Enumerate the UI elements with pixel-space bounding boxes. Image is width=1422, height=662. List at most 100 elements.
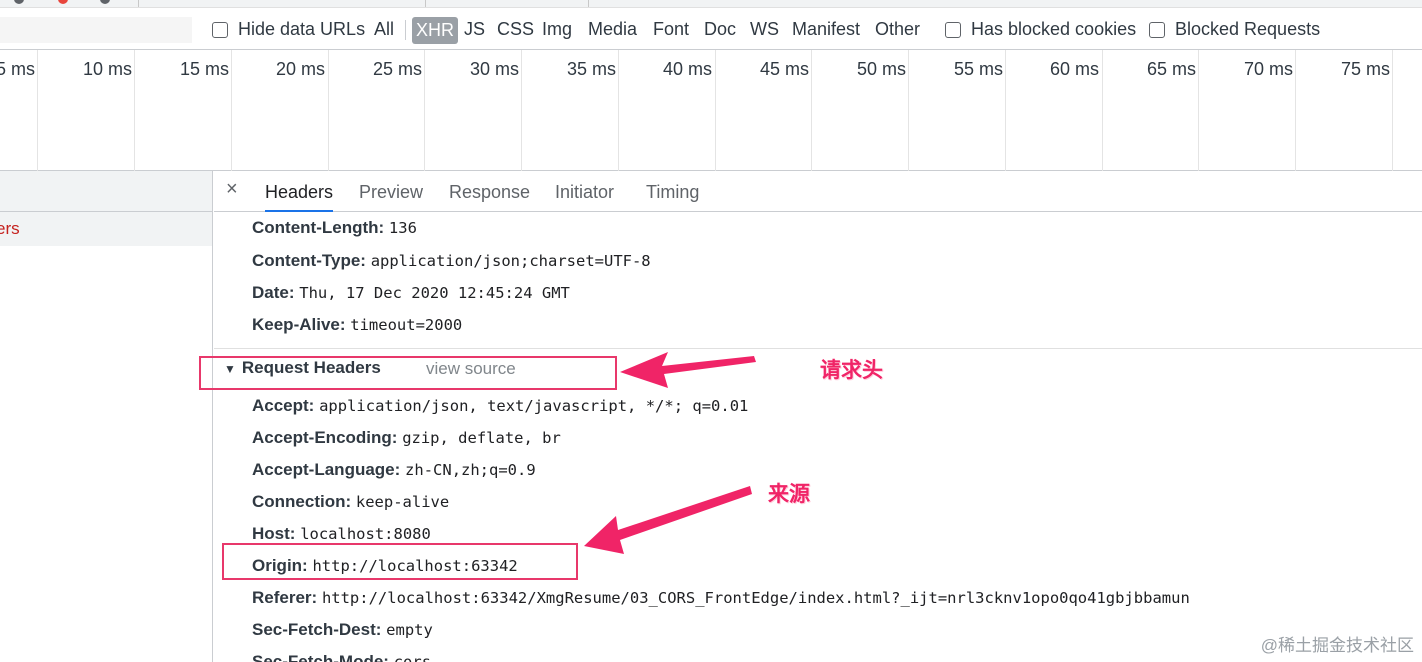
timeline-gridline (424, 50, 425, 171)
request-header-row: Sec-Fetch-Mode: cors (252, 652, 431, 662)
headers-panel: Content-Length: 136 Content-Type: applic… (214, 212, 1422, 662)
timeline-tick-label: 65 ms (1147, 59, 1197, 79)
request-headers-highlight-box (199, 356, 617, 390)
header-name: Content-Length: (252, 218, 385, 237)
annotation-request-headers-label: 请求头 (820, 359, 883, 382)
annotation-origin-label: 来源 (768, 483, 810, 506)
record-icon[interactable] (14, 0, 24, 4)
header-value: gzip, deflate, br (402, 429, 561, 447)
has-blocked-cookies-checkbox[interactable]: Has blocked cookies (945, 9, 1136, 50)
blocked-requests-label: Blocked Requests (1175, 19, 1321, 39)
hide-data-urls-label: Hide data URLs (238, 19, 366, 39)
filter-type-all[interactable]: All (374, 9, 394, 50)
header-name: Keep-Alive: (252, 315, 346, 334)
timeline-tick-label: 55 ms (954, 59, 1004, 79)
timeline-tick-label: 5 ms (0, 59, 36, 79)
filter-type-css[interactable]: CSS (497, 9, 534, 50)
details-tab-bar: × Headers Preview Response Initiator Tim… (214, 171, 1422, 212)
watermark: @稀土掘金技术社区 (1260, 636, 1414, 655)
timeline-gridline (521, 50, 522, 171)
timeline-gridline (715, 50, 716, 171)
checkbox-icon[interactable] (1149, 21, 1165, 38)
header-name: Accept-Encoding: (252, 428, 398, 447)
tab-headers[interactable]: Headers (265, 171, 334, 212)
timeline-gridline (134, 50, 135, 171)
timeline-gridline (908, 50, 909, 171)
header-name: Connection: (252, 492, 352, 511)
header-value: empty (386, 621, 433, 639)
filter-type-xhr[interactable]: XHR (412, 17, 459, 44)
search-icon[interactable] (100, 0, 110, 4)
has-blocked-cookies-label: Has blocked cookies (971, 19, 1137, 39)
request-header-row: Connection: keep-alive (252, 492, 449, 512)
filter-type-ws[interactable]: WS (750, 9, 779, 50)
tab-timing[interactable]: Timing (646, 171, 699, 212)
timeline-gridline (231, 50, 232, 171)
toolbar-separator (425, 0, 426, 7)
header-value: http://localhost:63342/XmgResume/03_CORS… (321, 589, 1190, 607)
filter-type-other[interactable]: Other (875, 9, 920, 50)
timeline-tick-label: 25 ms (373, 59, 423, 79)
timeline-overview[interactable]: 5 ms 10 ms 15 ms 20 ms 25 ms 30 ms 35 ms… (0, 50, 1422, 171)
toolbar-separator (138, 0, 139, 7)
request-list: ers (0, 171, 213, 662)
checkbox-icon[interactable] (212, 21, 228, 38)
timeline-tick-label: 30 ms (470, 59, 520, 79)
header-name: Sec-Fetch-Dest: (252, 620, 382, 639)
request-list-item-selected[interactable]: ers (0, 212, 212, 246)
tab-response[interactable]: Response (449, 171, 530, 212)
timeline-gridline (37, 50, 38, 171)
request-header-row: Referer: http://localhost:63342/XmgResum… (252, 588, 1190, 608)
timeline-tick-label: 35 ms (567, 59, 617, 79)
request-list-header (0, 171, 212, 212)
timeline-tick-label: 75 ms (1341, 59, 1391, 79)
request-header-row: Accept-Language: zh-CN,zh;q=0.9 (252, 460, 536, 480)
timeline-tick-label: 70 ms (1244, 59, 1294, 79)
timeline-tick-label: 15 ms (180, 59, 230, 79)
response-header-row: Content-Type: application/json;charset=U… (252, 251, 651, 271)
timeline-gridline (1102, 50, 1103, 171)
tab-initiator[interactable]: Initiator (555, 171, 614, 212)
timeline-gridline (328, 50, 329, 171)
header-name: Referer: (252, 588, 318, 607)
timeline-gridline (618, 50, 619, 171)
request-header-row: Host: localhost:8080 (252, 524, 431, 544)
header-name: Sec-Fetch-Mode: (252, 652, 389, 662)
timeline-tick-label: 50 ms (857, 59, 907, 79)
timeline-tick-label: 40 ms (663, 59, 713, 79)
header-name: Content-Type: (252, 251, 366, 270)
filter-separator (405, 20, 406, 40)
filter-type-js[interactable]: JS (464, 9, 485, 50)
filter-type-manifest[interactable]: Manifest (792, 9, 860, 50)
toolbar-separator (588, 0, 589, 7)
timeline-tick-label: 45 ms (760, 59, 810, 79)
header-name: Date: (252, 283, 295, 302)
timeline-tick-label: 60 ms (1050, 59, 1100, 79)
filter-type-media[interactable]: Media (588, 9, 637, 50)
timeline-tick-label: 20 ms (276, 59, 326, 79)
header-value: 136 (388, 219, 417, 237)
timeline-gridline (811, 50, 812, 171)
timeline-gridline (1198, 50, 1199, 171)
filter-type-doc[interactable]: Doc (704, 9, 736, 50)
origin-highlight-box (222, 543, 578, 580)
clear-icon[interactable] (58, 0, 68, 4)
response-header-row: Keep-Alive: timeout=2000 (252, 315, 462, 335)
header-value: cors (393, 653, 432, 662)
header-value: timeout=2000 (350, 316, 463, 334)
timeline-tick-label: 10 ms (83, 59, 133, 79)
section-divider (214, 348, 1422, 349)
blocked-requests-checkbox[interactable]: Blocked Requests (1149, 9, 1320, 50)
filter-input[interactable] (0, 17, 192, 43)
header-value: application/json, text/javascript, */*; … (319, 397, 749, 415)
filter-type-font[interactable]: Font (653, 9, 689, 50)
checkbox-icon[interactable] (945, 21, 961, 38)
header-value: zh-CN,zh;q=0.9 (405, 461, 536, 479)
timeline-gridline (1392, 50, 1393, 171)
hide-data-urls-checkbox[interactable]: Hide data URLs (212, 9, 365, 50)
close-icon[interactable]: × (226, 178, 238, 201)
filter-type-img[interactable]: Img (542, 9, 572, 50)
header-value: localhost:8080 (300, 525, 431, 543)
tab-preview[interactable]: Preview (359, 171, 423, 212)
request-header-row: Accept-Encoding: gzip, deflate, br (252, 428, 561, 448)
